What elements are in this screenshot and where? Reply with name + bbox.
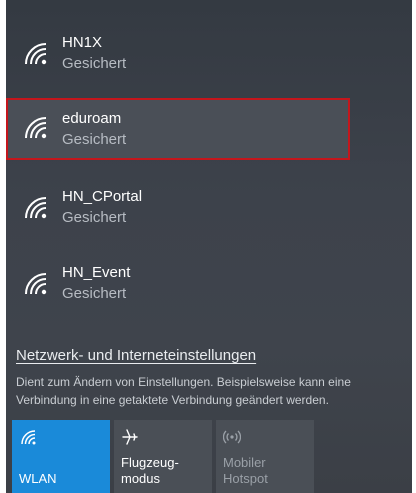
mobile-hotspot-button[interactable]: Mobiler Hotspot xyxy=(216,420,314,493)
wifi-icon xyxy=(21,430,36,445)
network-status: Gesichert xyxy=(62,209,127,226)
airplane-mode-button[interactable]: Flugzeug- modus xyxy=(114,420,212,493)
wifi-icon xyxy=(25,273,47,295)
network-name: eduroam xyxy=(62,110,122,127)
wlan-label: WLAN xyxy=(19,471,57,486)
network-item-hn1x[interactable]: HN1X Gesichert xyxy=(6,22,410,88)
airplane-icon xyxy=(122,429,138,445)
network-name: HN1X xyxy=(62,34,103,51)
wifi-icon xyxy=(25,197,47,219)
wifi-icon xyxy=(25,117,47,139)
network-name: HN_CPortal xyxy=(62,188,143,205)
network-settings-link[interactable]: Netzwerk- und Interneteinstellungen xyxy=(16,347,256,364)
network-item-eduroam[interactable]: eduroam Gesichert xyxy=(6,98,350,160)
wlan-toggle-button[interactable]: WLAN xyxy=(12,420,110,493)
wifi-icon xyxy=(25,43,47,65)
network-name: HN_Event xyxy=(62,264,131,281)
network-settings-description: Dient zum Ändern von Einstellungen. Beis… xyxy=(16,375,351,407)
network-status: Gesichert xyxy=(62,285,127,302)
mobile-hotspot-label: Mobiler Hotspot xyxy=(223,455,268,486)
network-status: Gesichert xyxy=(62,55,127,72)
network-flyout: HN1X Gesichert eduroam Gesichert HN_CPor… xyxy=(0,0,416,493)
network-item-hn-event[interactable]: HN_Event Gesichert xyxy=(6,252,410,318)
network-item-hn-cportal[interactable]: HN_CPortal Gesichert xyxy=(6,176,410,242)
hotspot-icon xyxy=(223,430,241,444)
airplane-mode-label: Flugzeug- modus xyxy=(121,455,179,486)
network-status: Gesichert xyxy=(62,131,127,148)
